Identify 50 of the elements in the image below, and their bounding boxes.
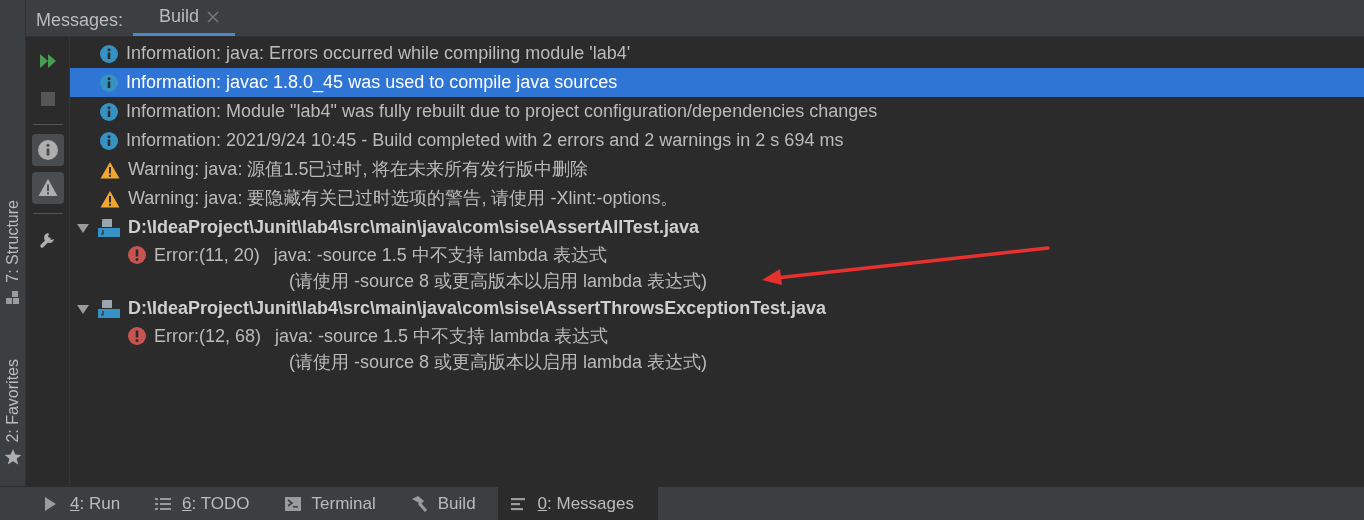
message-text: java: -source 1.5 中不支持 lambda 表达式: [273, 243, 607, 267]
error-message[interactable]: Error:(12, 68) java: -source 1.5 中不支持 lambda 表达式: [70, 323, 1364, 349]
file-path: D:\IdeaProject\Junit\lab4\src\main\java\com\sise\AssertThrowsExceptionTest.java: [128, 297, 826, 320]
message-text: Information: 2021/9/24 10:45 - Build completed with 2 errors and 2 warnings in 2 s 694 ms: [126, 129, 844, 152]
info-icon: [100, 73, 118, 92]
tool-window-tab[interactable]: 4: Run: [30, 487, 131, 520]
error-location: Error:(11, 20): [154, 243, 260, 267]
file-node[interactable]: D:\IdeaProject\Junit\lab4\src\main\java\com\sise\AssertThrowsExceptionTest.java: [70, 294, 1364, 323]
message-text: java: -source 1.5 中不支持 lambda 表达式: [275, 324, 609, 348]
message-row[interactable]: Information: Module "lab4" was fully rebuilt due to project configuration/dependencies changes: [70, 97, 1364, 126]
error-icon: [128, 246, 146, 264]
info-filter-button[interactable]: [31, 134, 64, 166]
structure-icon: [4, 288, 21, 305]
tool-window-tab[interactable]: 7: Structure: [0, 200, 25, 283]
info-icon: [100, 44, 118, 63]
warning-icon: [100, 189, 120, 208]
message-text: Information: Module "lab4" was fully rebuilt due to project configuration/dependencies changes: [126, 100, 878, 123]
warning-icon: [100, 160, 120, 179]
panel-title: Messages:: [35, 9, 125, 32]
message-text: Information: javac 1.8.0_45 was used to compile java sources: [126, 71, 618, 95]
message-row[interactable]: Information: 2021/9/24 10:45 - Build completed with 2 errors and 2 warnings in 2 s 694 ms: [70, 126, 1364, 155]
message-row[interactable]: Warning: java: 要隐藏有关已过时选项的警告, 请使用 -Xlint:-options。: [70, 184, 1364, 213]
message-row[interactable]: Information: java: Errors occurred while compiling module 'lab4': [70, 39, 1364, 68]
terminal-icon: [283, 494, 302, 513]
message-row[interactable]: Information: javac 1.8.0_45 was used to compile java sources: [70, 68, 1364, 97]
message-text: Warning: java: 源值1.5已过时, 将在未来所有发行版中删除: [128, 158, 589, 181]
tool-window-tab[interactable]: 0: Messages: [497, 487, 658, 520]
star-icon: [3, 448, 22, 467]
info-icon: [100, 102, 118, 121]
info-filter-icon: [37, 140, 58, 160]
message-row[interactable]: Warning: java: 源值1.5已过时, 将在未来所有发行版中删除: [70, 155, 1364, 184]
message-text: (请使用 -source 8 或更高版本以启用 lambda 表达式): [289, 350, 708, 374]
java-file-icon: [98, 298, 120, 319]
error-icon: [128, 327, 146, 345]
message-text: Warning: java: 要隐藏有关已过时选项的警告, 请使用 -Xlint:-options。: [128, 187, 679, 210]
tool-window-tab[interactable]: Build: [397, 487, 486, 520]
message-text: (请使用 -source 8 或更高版本以启用 lambda 表达式): [289, 269, 708, 293]
file-node[interactable]: D:\IdeaProject\Junit\lab4\src\main\java\com\sise\AssertAllTest.java: [70, 213, 1364, 242]
tool-window-tab[interactable]: Terminal: [271, 487, 386, 520]
warning-filter-button[interactable]: [31, 172, 64, 204]
message-text: Information: java: Errors occurred while compiling module 'lab4': [126, 42, 631, 65]
tool-window-tab[interactable]: 6: TODO: [142, 487, 260, 520]
info-icon: [100, 131, 118, 150]
java-file-icon: [98, 217, 120, 238]
tool-window-tab[interactable]: 2: Favorites: [0, 358, 25, 443]
error-message[interactable]: Error:(11, 20) java: -source 1.5 中不支持 lambda 表达式: [70, 242, 1364, 268]
warning-filter-icon: [37, 178, 58, 198]
file-path: D:\IdeaProject\Junit\lab4\src\main\java\com\sise\AssertAllTest.java: [128, 216, 699, 239]
panel-tab[interactable]: Build: [133, 0, 236, 36]
error-location: Error:(12, 68): [154, 324, 262, 348]
